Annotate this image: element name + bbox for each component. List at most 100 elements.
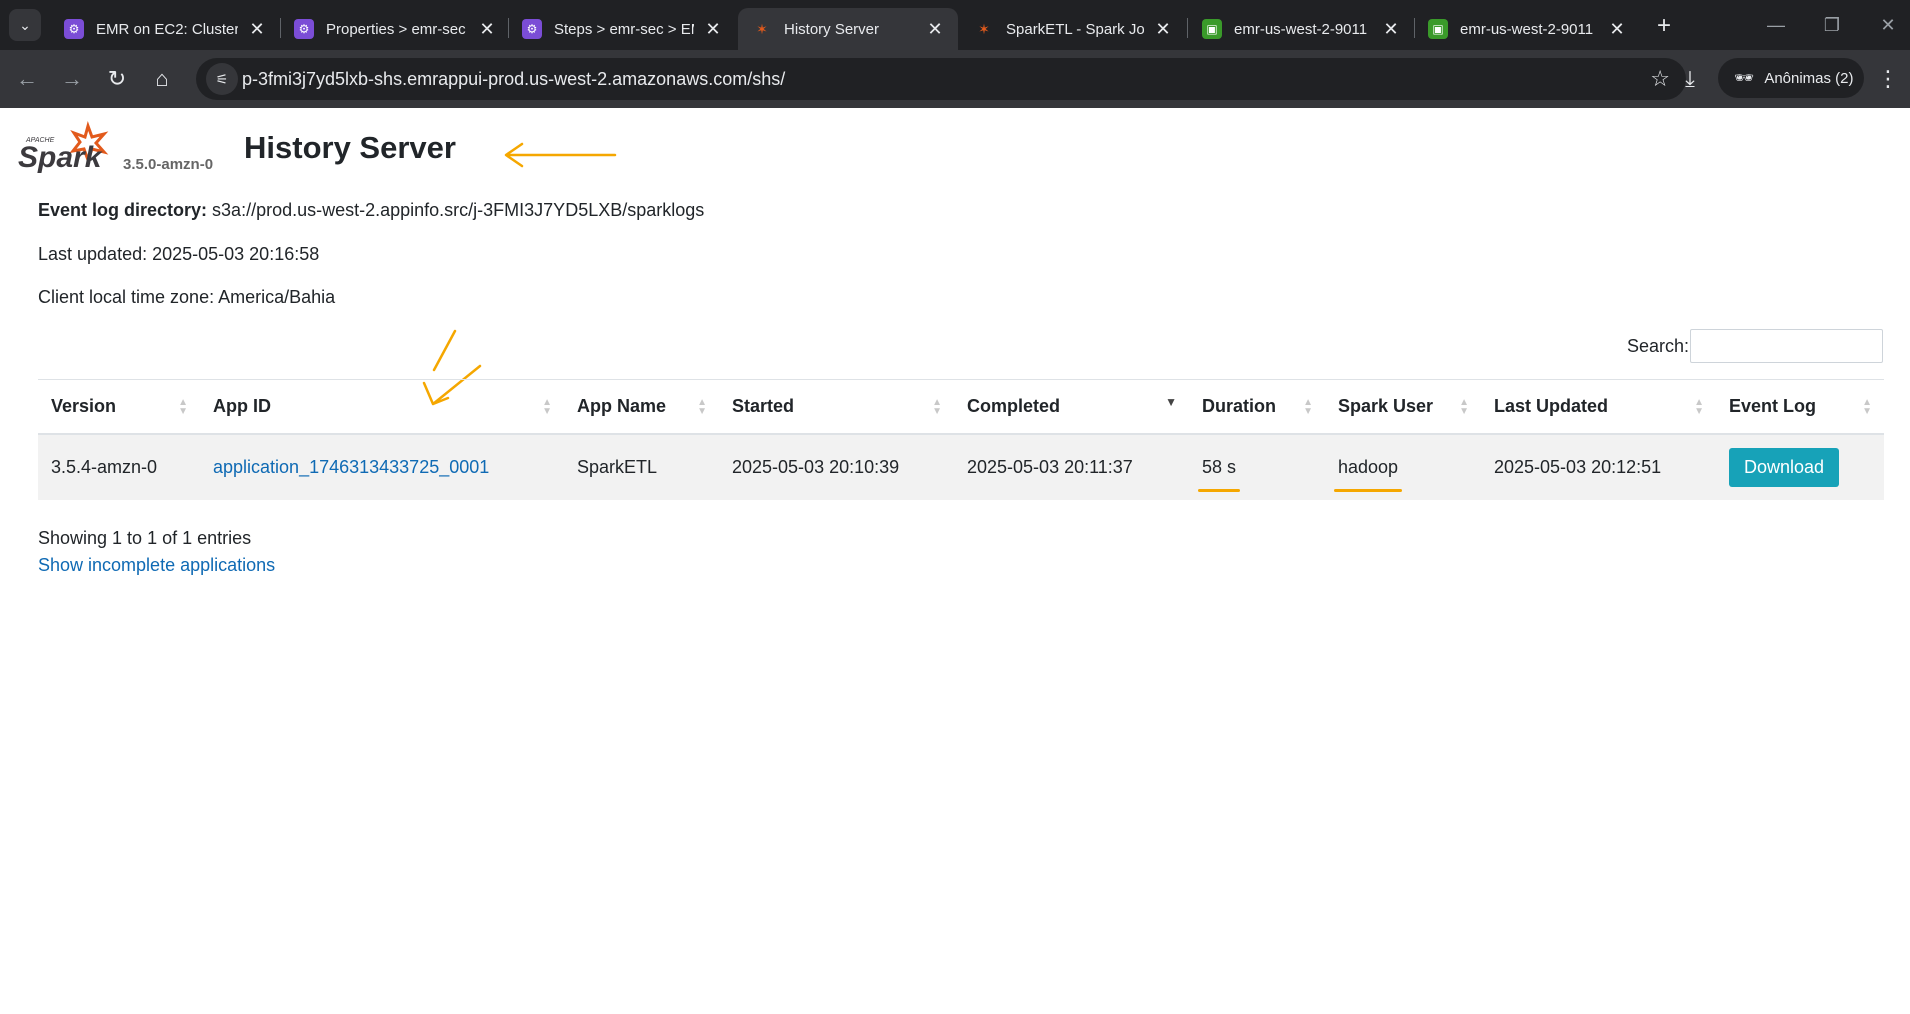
sort-icon: ▲ ▼ — [697, 397, 707, 417]
cell-event-log: Download — [1716, 433, 1884, 500]
home-icon[interactable]: ⌂ — [147, 64, 177, 94]
tab-steps[interactable]: ⚙ Steps > emr-sec > EM ✕ — [508, 8, 736, 50]
close-icon[interactable]: ✕ — [926, 19, 944, 40]
column-header-started[interactable]: Started ▲ ▼ — [719, 379, 954, 435]
cell-completed: 2025-05-03 20:11:37 — [954, 433, 1189, 500]
column-header-spark-user[interactable]: Spark User ▲ ▼ — [1325, 379, 1481, 435]
close-icon[interactable]: ✕ — [1608, 19, 1626, 40]
spark-version: 3.5.0-amzn-0 — [123, 156, 214, 173]
emr-icon: ⚙ — [522, 19, 542, 39]
event-log-directory: Event log directory: s3a://prod.us-west-… — [38, 200, 704, 221]
column-header-label: Started — [732, 395, 795, 416]
spark-user-value: hadoop — [1333, 456, 1403, 492]
tab-title: EMR on EC2: Clusters — [96, 20, 238, 38]
search-input[interactable] — [1690, 329, 1883, 363]
sort-icon: ▲ ▼ — [178, 397, 188, 417]
bookmark-star-icon[interactable]: ☆ — [1650, 66, 1670, 92]
search-label: Search: — [1627, 336, 1690, 356]
downloads-icon[interactable]: ⤓ — [1672, 62, 1708, 96]
close-icon[interactable]: ✕ — [478, 19, 496, 40]
column-header-label: Duration — [1202, 395, 1276, 416]
tab-s3-bucket-2[interactable]: ▣ emr-us-west-2-9011 ✕ — [1414, 8, 1640, 50]
column-header-label: App ID — [213, 395, 271, 416]
s3-bucket-icon: ▣ — [1428, 19, 1448, 39]
cell-started: 2025-05-03 20:10:39 — [719, 433, 954, 500]
tab-title: emr-us-west-2-9011 — [1234, 20, 1368, 38]
sort-icon: ▲ ▼ — [932, 397, 942, 417]
close-icon[interactable]: ✕ — [1154, 19, 1172, 40]
cell-spark-user: hadoop — [1325, 433, 1481, 500]
tab-properties[interactable]: ⚙ Properties > emr-sec ✕ — [280, 8, 510, 50]
tab-title: Steps > emr-sec > EM — [554, 20, 694, 38]
address-bar[interactable]: ⚟ p-3fmi3j7yd5lxb-shs.emrappui-prod.us-w… — [196, 58, 1686, 100]
incognito-profile-button[interactable]: 🕶 Anônimas (2) — [1718, 58, 1864, 98]
sort-icon: ▲ ▼ — [542, 397, 552, 417]
close-icon[interactable]: ✕ — [248, 19, 266, 40]
column-header-completed[interactable]: Completed ▼ — [954, 379, 1189, 435]
tab-title: emr-us-west-2-9011 — [1460, 20, 1594, 38]
sort-icon: ▲ ▼ — [1862, 397, 1872, 417]
column-header-last-updated[interactable]: Last Updated ▲ ▼ — [1481, 379, 1716, 435]
tab-title: SparkETL - Spark Jobs — [1006, 20, 1144, 38]
tab-title: History Server — [784, 20, 880, 38]
column-header-label: Completed — [967, 395, 1061, 416]
app-id-link[interactable]: application_1746313433725_0001 — [213, 457, 489, 477]
url-text[interactable]: p-3fmi3j7yd5lxb-shs.emrappui-prod.us-wes… — [242, 58, 785, 100]
spark-icon: ✶ — [978, 20, 990, 37]
column-header-app-id[interactable]: App ID ▲ ▼ — [200, 379, 564, 435]
svg-text:Spark: Spark — [18, 141, 103, 174]
browser-tab-bar: ⌄ ⚙ EMR on EC2: Clusters ✕ ⚙ Properties … — [0, 0, 1910, 50]
browser-toolbar: ← → ↻ ⌂ ⚟ p-3fmi3j7yd5lxb-shs.emrappui-p… — [0, 50, 1910, 108]
event-log-directory-label: Event log directory: — [38, 200, 208, 220]
restore-icon[interactable]: ❐ — [1812, 10, 1852, 40]
duration-value: 58 s — [1197, 456, 1241, 492]
incognito-icon: 🕶 — [1734, 70, 1755, 87]
download-event-log-button[interactable]: Download — [1729, 447, 1840, 487]
showing-entries-text: Showing 1 to 1 of 1 entries — [38, 528, 252, 548]
s3-bucket-icon: ▣ — [1202, 19, 1222, 39]
column-header-app-name[interactable]: App Name ▲ ▼ — [564, 379, 719, 435]
column-header-label: App Name — [577, 395, 667, 416]
forward-icon[interactable]: → — [57, 64, 87, 94]
column-header-label: Spark User — [1338, 395, 1434, 416]
reload-icon[interactable]: ↻ — [102, 64, 132, 94]
site-info-icon[interactable]: ⚟ — [206, 63, 238, 95]
cell-version: 3.5.4-amzn-0 — [38, 433, 200, 500]
last-updated-text: Last updated: 2025-05-03 20:16:58 — [38, 244, 320, 264]
sort-icon: ▲ ▼ — [1694, 397, 1704, 417]
cell-last-updated: 2025-05-03 20:12:51 — [1481, 433, 1716, 500]
column-header-label: Last Updated — [1494, 395, 1609, 416]
new-tab-icon[interactable]: + — [1650, 12, 1678, 40]
sort-icon: ▲ ▼ — [1303, 397, 1313, 417]
history-server-page: APACHE Spark 3.5.0-amzn-0 History Server… — [0, 108, 1910, 1014]
tab-emr-clusters[interactable]: ⚙ EMR on EC2: Clusters ✕ — [50, 8, 280, 50]
profile-label: Anônimas (2) — [1764, 69, 1854, 87]
column-header-duration[interactable]: Duration ▲ ▼ — [1189, 379, 1325, 435]
applications-table: Version ▲ ▼ App ID ▲ ▼ App Name ▲ ▼ Started… — [38, 379, 1884, 500]
table-header-row: Version ▲ ▼ App ID ▲ ▼ App Name ▲ ▼ Started… — [38, 379, 1884, 435]
annotation-arrow-left-icon — [504, 142, 617, 168]
client-timezone-text: Client local time zone: America/Bahia — [38, 287, 336, 307]
tab-search-dropdown-icon[interactable]: ⌄ — [9, 9, 41, 41]
spark-icon: ✶ — [756, 20, 768, 37]
column-header-version[interactable]: Version ▲ ▼ — [38, 379, 200, 435]
tab-s3-bucket-1[interactable]: ▣ emr-us-west-2-9011 ✕ — [1188, 8, 1414, 50]
sort-icon: ▲ ▼ — [1459, 397, 1469, 417]
event-log-directory-value: s3a://prod.us-west-2.appinfo.src/j-3FMI3… — [212, 200, 705, 220]
more-menu-icon[interactable]: ⋮ — [1876, 62, 1900, 96]
window-close-icon[interactable]: ✕ — [1868, 10, 1908, 40]
cell-duration: 58 s — [1189, 433, 1325, 500]
page-title: History Server — [244, 130, 456, 165]
cell-app-id: application_1746313433725_0001 — [200, 433, 564, 500]
close-icon[interactable]: ✕ — [704, 19, 722, 40]
emr-icon: ⚙ — [294, 19, 314, 39]
column-header-label: Event Log — [1729, 395, 1817, 416]
tab-history-server[interactable]: ✶ History Server ✕ — [738, 8, 958, 50]
tab-sparketl-jobs[interactable]: ✶ SparkETL - Spark Jobs ✕ — [960, 8, 1186, 50]
minimize-icon[interactable]: — — [1756, 10, 1796, 40]
back-icon[interactable]: ← — [12, 64, 42, 94]
column-header-event-log[interactable]: Event Log ▲ ▼ — [1716, 379, 1884, 435]
show-incomplete-applications-link[interactable]: Show incomplete applications — [38, 555, 275, 576]
close-icon[interactable]: ✕ — [1382, 19, 1400, 40]
emr-icon: ⚙ — [64, 19, 84, 39]
